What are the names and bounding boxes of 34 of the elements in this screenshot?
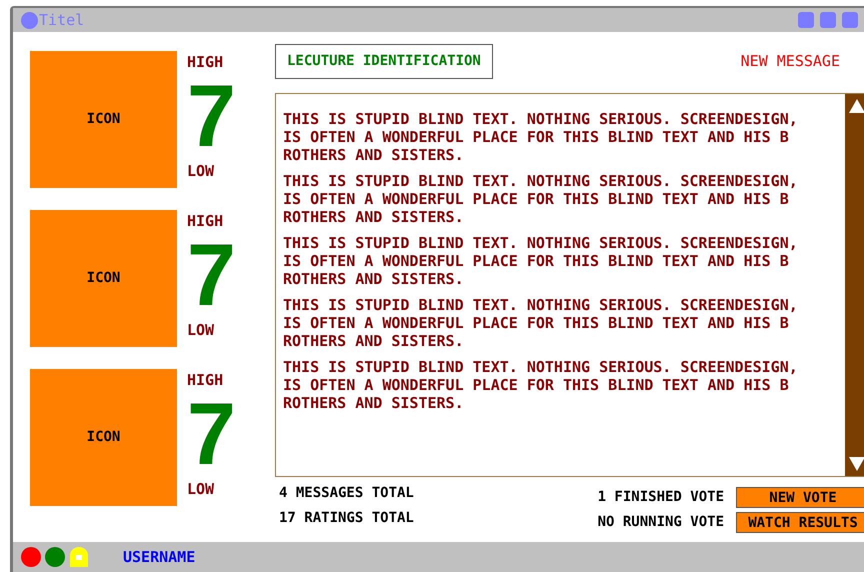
vote-button[interactable]: NEW VOTE	[736, 487, 864, 508]
high-label: HIGH	[187, 370, 224, 391]
vote-status: NO RUNNING VOTE	[598, 513, 724, 532]
new-message-link[interactable]: NEW MESSAGE	[740, 50, 840, 73]
username-label: USERNAME	[123, 546, 196, 568]
icon-label: ICON	[86, 428, 120, 447]
lecture-button[interactable]: LECUTURE IDENTIFICATION	[275, 44, 493, 79]
scroll-up-icon[interactable]	[848, 98, 864, 114]
message-text: THIS IS STUPID BLIND TEXT. NOTHING SERIOUS. SCREENDESIGN, IS OFTEN A WONDERFUL PLACE FOR THIS BLIND TEXT AND HIS B ROTHERS AND SISTERS.	[283, 234, 799, 288]
stat-text: 17 RATINGS TOTAL	[279, 509, 414, 528]
close-button[interactable]	[842, 12, 858, 28]
message-text: THIS IS STUPID BLIND TEXT. NOTHING SERIOUS. SCREENDESIGN, IS OFTEN A WONDERFUL PLACE FOR THIS BLIND TEXT AND HIS B ROTHERS AND SISTERS.	[283, 110, 799, 164]
low-label: LOW	[187, 160, 214, 182]
scroll-down-icon[interactable]	[848, 456, 864, 472]
high-label: HIGH	[187, 52, 224, 73]
message-text: THIS IS STUPID BLIND TEXT. NOTHING SERIOUS. SCREENDESIGN, IS OFTEN A WONDERFUL PLACE FOR THIS BLIND TEXT AND HIS B ROTHERS AND SISTERS.	[283, 296, 799, 350]
rating-value: 7	[187, 74, 236, 158]
icon-label: ICON	[86, 110, 120, 129]
minimize-button[interactable]	[798, 12, 814, 28]
icon-label: ICON	[86, 269, 120, 288]
lock-icon	[69, 547, 89, 567]
message-text: THIS IS STUPID BLIND TEXT. NOTHING SERIOUS. SCREENDESIGN, IS OFTEN A WONDERFUL PLACE FOR THIS BLIND TEXT AND HIS B ROTHERS AND SISTERS.	[283, 358, 799, 412]
high-label: HIGH	[187, 211, 224, 232]
rating-value: 7	[187, 392, 236, 476]
low-label: LOW	[187, 320, 214, 340]
low-label: LOW	[187, 478, 214, 500]
maximize-button[interactable]	[820, 12, 836, 28]
app-icon	[21, 12, 38, 28]
window-title: Titel	[39, 10, 84, 31]
vote-status: 1 FINISHED VOTE	[598, 488, 724, 507]
vote-button[interactable]: WATCH RESULTS	[736, 512, 864, 533]
rating-value: 7	[187, 232, 236, 316]
stat-text: 4 MESSAGES TOTAL	[279, 484, 414, 503]
message-text: THIS IS STUPID BLIND TEXT. NOTHING SERIOUS. SCREENDESIGN, IS OFTEN A WONDERFUL PLACE FOR THIS BLIND TEXT AND HIS B ROTHERS AND SISTERS.	[283, 172, 799, 226]
